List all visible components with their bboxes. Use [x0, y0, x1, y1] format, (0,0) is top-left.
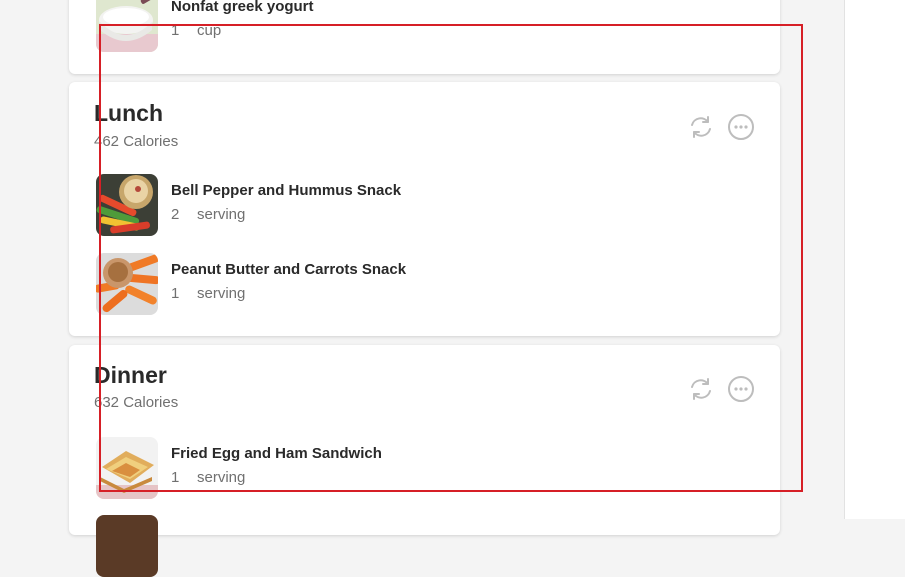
peanut-butter-carrots-thumbnail — [96, 253, 158, 315]
lunch-card: Lunch 462 Calories Bell Pepper and Hummu… — [69, 82, 780, 336]
food-unit: serving — [197, 469, 246, 486]
dinner-card: Dinner 632 Calories Fried Egg and Ham Sa… — [69, 345, 780, 577]
regenerate-icon[interactable] — [687, 113, 715, 141]
breakfast-card: Nonfat greek yogurt 1 cup — [69, 0, 780, 74]
food-name: Nonfat greek yogurt — [171, 0, 314, 15]
more-options-icon[interactable] — [727, 375, 755, 403]
egg-ham-sandwich-thumbnail — [96, 437, 158, 499]
lunch-actions — [687, 113, 755, 141]
food-quantity: 1 cup — [171, 22, 221, 39]
food-item-fried-egg-ham-sandwich[interactable]: Fried Egg and Ham Sandwich 1 serving — [96, 437, 736, 499]
food-name: Bell Pepper and Hummus Snack — [171, 182, 402, 199]
food-unit: cup — [197, 22, 222, 39]
food-amount: 2 — [171, 206, 180, 223]
meal-title-lunch: Lunch — [94, 100, 163, 126]
food-quantity: 2 serving — [171, 206, 245, 223]
food-item-next[interactable] — [96, 515, 736, 577]
meal-calories-lunch: 462 Calories — [94, 133, 179, 150]
meal-title-dinner: Dinner — [94, 362, 167, 388]
meal-calories-dinner: 632 Calories — [94, 394, 179, 411]
yogurt-bowl-thumbnail — [96, 0, 158, 52]
regenerate-icon[interactable] — [687, 375, 715, 403]
right-rail — [844, 0, 905, 519]
dinner-actions — [687, 375, 755, 403]
food-amount: 1 — [171, 22, 180, 39]
food-unit: serving — [197, 206, 246, 223]
food-amount: 1 — [171, 285, 180, 302]
hummus-peppers-thumbnail — [96, 174, 158, 236]
food-name: Peanut Butter and Carrots Snack — [171, 261, 407, 278]
food-quantity: 1 serving — [171, 285, 245, 302]
food-quantity: 1 serving — [171, 469, 245, 486]
food-thumbnail — [96, 515, 158, 577]
food-item-bell-pepper-hummus[interactable]: Bell Pepper and Hummus Snack 2 serving — [96, 174, 736, 236]
food-item-nonfat-greek-yogurt[interactable]: Nonfat greek yogurt 1 cup — [96, 0, 736, 52]
food-amount: 1 — [171, 469, 180, 486]
more-options-icon[interactable] — [727, 113, 755, 141]
food-unit: serving — [197, 285, 246, 302]
food-item-peanut-butter-carrots[interactable]: Peanut Butter and Carrots Snack 1 serving — [96, 253, 736, 315]
food-name: Fried Egg and Ham Sandwich — [171, 445, 382, 462]
